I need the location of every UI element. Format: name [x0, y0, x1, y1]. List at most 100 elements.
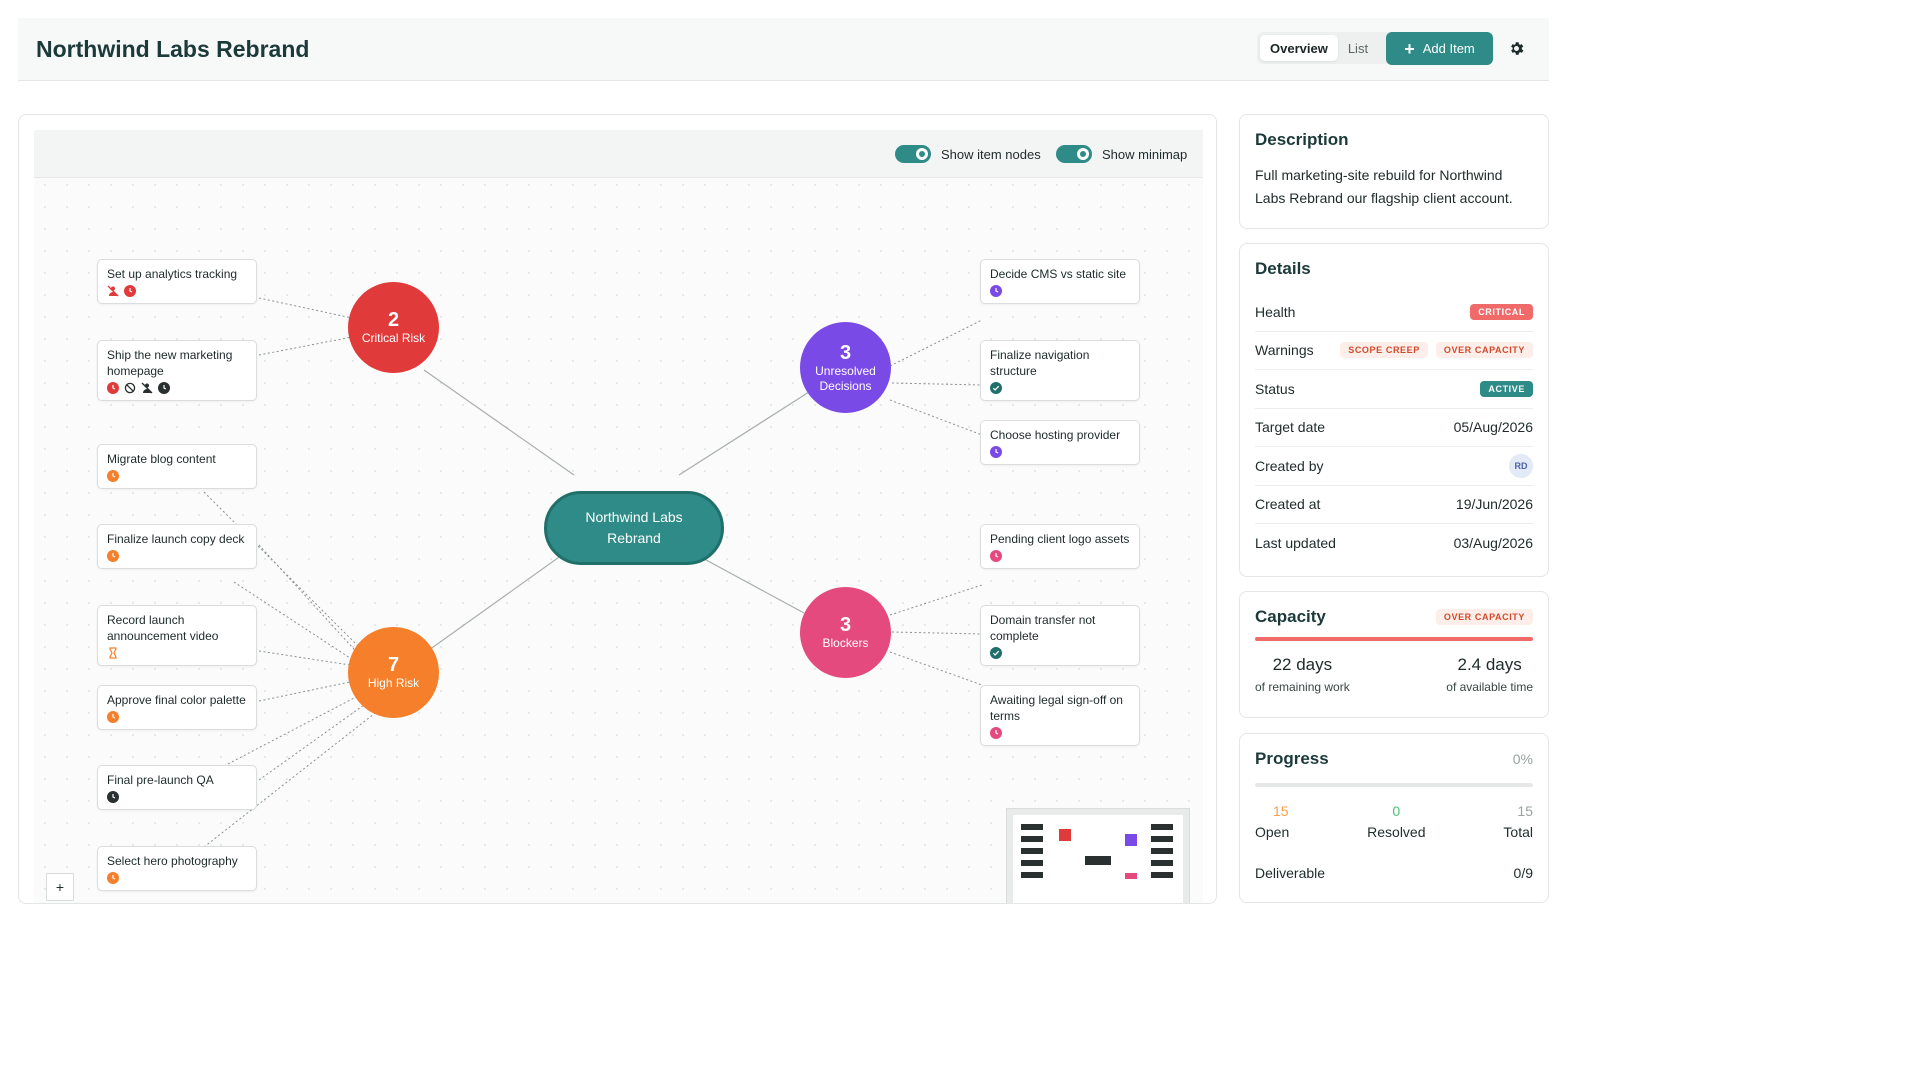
open-count: 15 — [1273, 803, 1289, 819]
last-updated-label: Last updated — [1255, 535, 1336, 552]
item-node[interactable]: Pending client logo assets — [980, 524, 1140, 569]
clock-icon — [990, 550, 1002, 562]
item-title: Domain transfer not complete — [990, 613, 1096, 643]
hub-label: Blockers — [822, 636, 869, 650]
remaining-work-value: 22 days — [1272, 655, 1333, 674]
add-item-button[interactable]: + Add Item — [1386, 32, 1493, 65]
item-node[interactable]: Finalize launch copy deck — [97, 524, 257, 569]
item-title: Record launch announcement video — [107, 613, 219, 643]
item-node[interactable]: Final pre-launch QA — [97, 765, 257, 810]
created-by-row: Created by RD — [1255, 447, 1533, 486]
clock-icon — [990, 285, 1002, 297]
hub-label: Unresolved Decisions — [815, 363, 876, 393]
item-title: Finalize navigation structure — [990, 348, 1090, 378]
item-title: Approve final color palette — [107, 693, 246, 707]
hub-critical-risk[interactable]: 2 Critical Risk — [348, 282, 439, 373]
clock-icon — [107, 382, 119, 394]
clock-icon — [124, 285, 136, 297]
deliverable-row: Deliverable 0/9 — [1255, 854, 1533, 893]
item-node[interactable]: Domain transfer not complete — [980, 605, 1140, 666]
status-row: Status ACTIVE — [1255, 370, 1533, 409]
item-node[interactable]: Select hero photography — [97, 846, 257, 891]
progress-title: Progress — [1255, 749, 1329, 768]
item-title: Pending client logo assets — [990, 532, 1130, 546]
minimap[interactable] — [1006, 808, 1190, 903]
item-node[interactable]: Ship the new marketing homepage — [97, 340, 257, 401]
item-node[interactable]: Finalize navigation structure — [980, 340, 1140, 401]
created-by-label: Created by — [1255, 457, 1324, 474]
last-updated-value: 03/Aug/2026 — [1453, 535, 1533, 552]
hub-count: 7 — [387, 654, 400, 676]
item-node[interactable]: Awaiting legal sign-off on terms — [980, 685, 1140, 746]
tab-list[interactable]: List — [1338, 35, 1378, 61]
person-blocked-icon — [107, 285, 119, 297]
warnings-row: Warnings SCOPE CREEP OVER CAPACITY — [1255, 332, 1533, 370]
item-title: Decide CMS vs static site — [990, 267, 1127, 281]
app-header: Northwind Labs Rebrand Overview List + A… — [18, 18, 1549, 81]
clock-icon — [990, 446, 1002, 458]
total-label: Total — [1503, 824, 1533, 840]
status-badge: ACTIVE — [1480, 380, 1533, 397]
item-node[interactable]: Set up analytics tracking — [97, 259, 257, 304]
clock-icon — [107, 791, 119, 803]
minimap-preview — [1021, 824, 1173, 879]
view-switch: Overview List — [1257, 32, 1396, 64]
details-card: Details Health CRITICAL Warnings SCOPE C… — [1239, 243, 1549, 577]
hub-count: 3 — [839, 341, 852, 364]
warnings-label: Warnings — [1255, 342, 1314, 359]
item-node[interactable]: Approve final color palette — [97, 685, 257, 730]
resolved-count: 0 — [1392, 803, 1401, 819]
open-label: Open — [1255, 824, 1290, 840]
person-blocked-icon — [141, 382, 153, 394]
hub-high-risk[interactable]: 7 High Risk — [348, 627, 439, 718]
hub-label: Critical Risk — [361, 331, 426, 345]
hourglass-icon — [107, 647, 119, 659]
item-node[interactable]: Record launch announcement video — [97, 605, 257, 666]
warning-badge: OVER CAPACITY — [1435, 342, 1533, 359]
clock-icon — [158, 382, 170, 394]
target-date-label: Target date — [1255, 419, 1326, 436]
check-icon — [990, 382, 1002, 394]
created-at-value: 19/Jun/2026 — [1455, 496, 1533, 513]
progress-bar — [1255, 783, 1533, 787]
hub-blockers[interactable]: 3 Blockers — [800, 587, 891, 678]
warning-badge: SCOPE CREEP — [1340, 342, 1428, 359]
gear-icon[interactable] — [1506, 38, 1526, 58]
description-text: Full marketing-site rebuild for Northwin… — [1255, 167, 1513, 206]
last-updated-row: Last updated 03/Aug/2026 — [1255, 524, 1533, 563]
blocked-icon — [124, 382, 136, 394]
deliverable-label: Deliverable — [1255, 865, 1326, 882]
capacity-title: Capacity — [1255, 607, 1326, 626]
progress-card: Progress 0% 15 Open 0 Resolved 15 Total … — [1239, 733, 1549, 903]
root-node[interactable]: Northwind Labs Rebrand — [544, 491, 724, 565]
plus-icon: + — [1404, 38, 1415, 59]
mind-map-canvas[interactable]: Show item nodes Show minimap Northwind L… — [34, 130, 1203, 903]
item-node[interactable]: Choose hosting provider — [980, 420, 1140, 465]
description-title: Description — [1255, 130, 1349, 149]
total-count: 15 — [1517, 803, 1533, 819]
page-title: Northwind Labs Rebrand — [36, 36, 310, 62]
item-title: Select hero photography — [107, 854, 238, 868]
hub-count: 2 — [387, 309, 400, 331]
mind-map-card: Show item nodes Show minimap Northwind L… — [18, 114, 1217, 904]
health-badge: CRITICAL — [1470, 303, 1533, 320]
clock-icon — [107, 550, 119, 562]
item-title: Choose hosting provider — [990, 428, 1121, 442]
target-date-value: 05/Aug/2026 — [1453, 419, 1533, 436]
created-at-label: Created at — [1255, 496, 1321, 513]
item-node[interactable]: Decide CMS vs static site — [980, 259, 1140, 304]
avatar[interactable]: RD — [1509, 453, 1533, 478]
hub-unresolved-decisions[interactable]: 3 Unresolved Decisions — [800, 322, 891, 413]
health-row: Health CRITICAL — [1255, 293, 1533, 332]
item-node[interactable]: Migrate blog content — [97, 444, 257, 489]
item-title: Finalize launch copy deck — [107, 532, 245, 546]
zoom-in-button[interactable]: + — [46, 873, 74, 901]
item-title: Migrate blog content — [107, 452, 216, 466]
item-title: Final pre-launch QA — [107, 773, 214, 787]
resolved-label: Resolved — [1367, 824, 1426, 840]
clock-icon — [107, 470, 119, 482]
target-date-row: Target date 05/Aug/2026 — [1255, 409, 1533, 447]
available-time-label: of available time — [1446, 680, 1533, 694]
tab-overview[interactable]: Overview — [1260, 35, 1338, 61]
clock-icon — [107, 872, 119, 884]
